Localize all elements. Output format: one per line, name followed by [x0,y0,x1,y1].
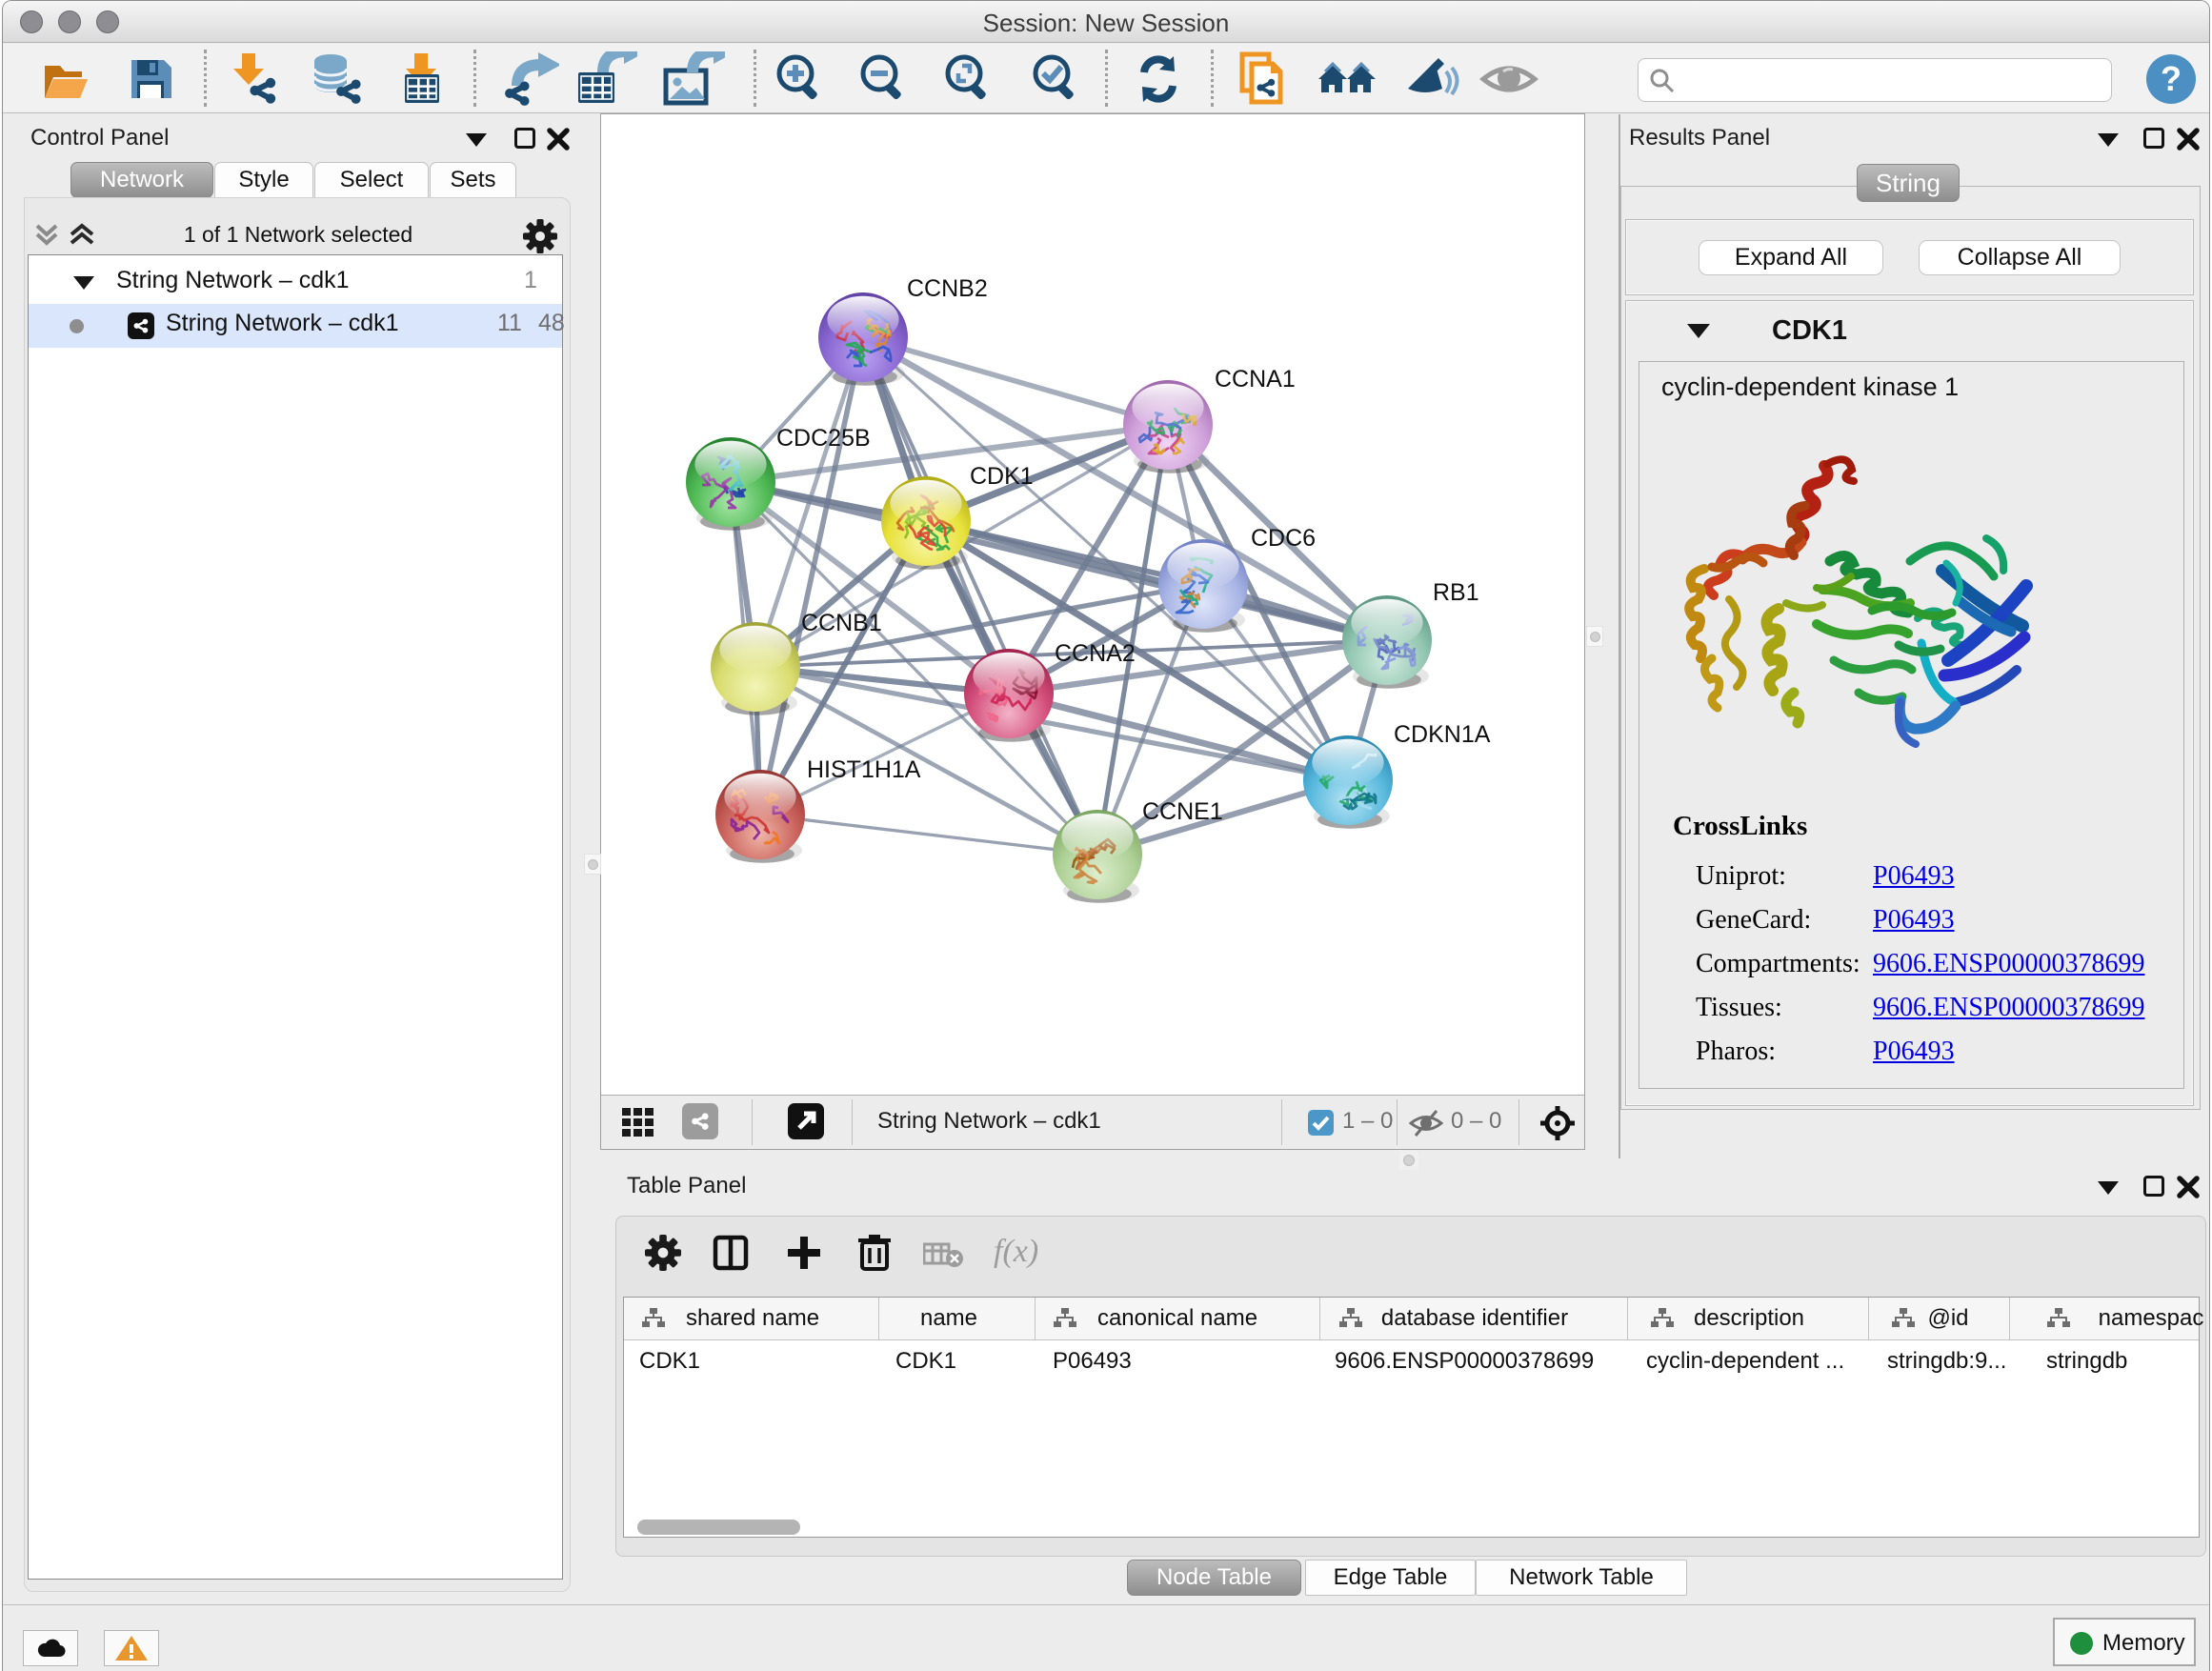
svg-text:CDC25B: CDC25B [776,425,871,452]
svg-text:CCNE1: CCNE1 [1142,798,1223,825]
svg-text:CCNB1: CCNB1 [801,610,882,636]
svg-text:CDK1: CDK1 [970,463,1034,490]
svg-text:CDKN1A: CDKN1A [1394,721,1491,748]
svg-text:CCNA2: CCNA2 [1055,640,1136,667]
svg-text:HIST1H1A: HIST1H1A [807,756,921,783]
svg-text:RB1: RB1 [1433,579,1479,606]
svg-text:CCNA1: CCNA1 [1215,366,1296,393]
svg-text:CCNB2: CCNB2 [907,275,988,302]
svg-text:CDC6: CDC6 [1251,525,1316,552]
